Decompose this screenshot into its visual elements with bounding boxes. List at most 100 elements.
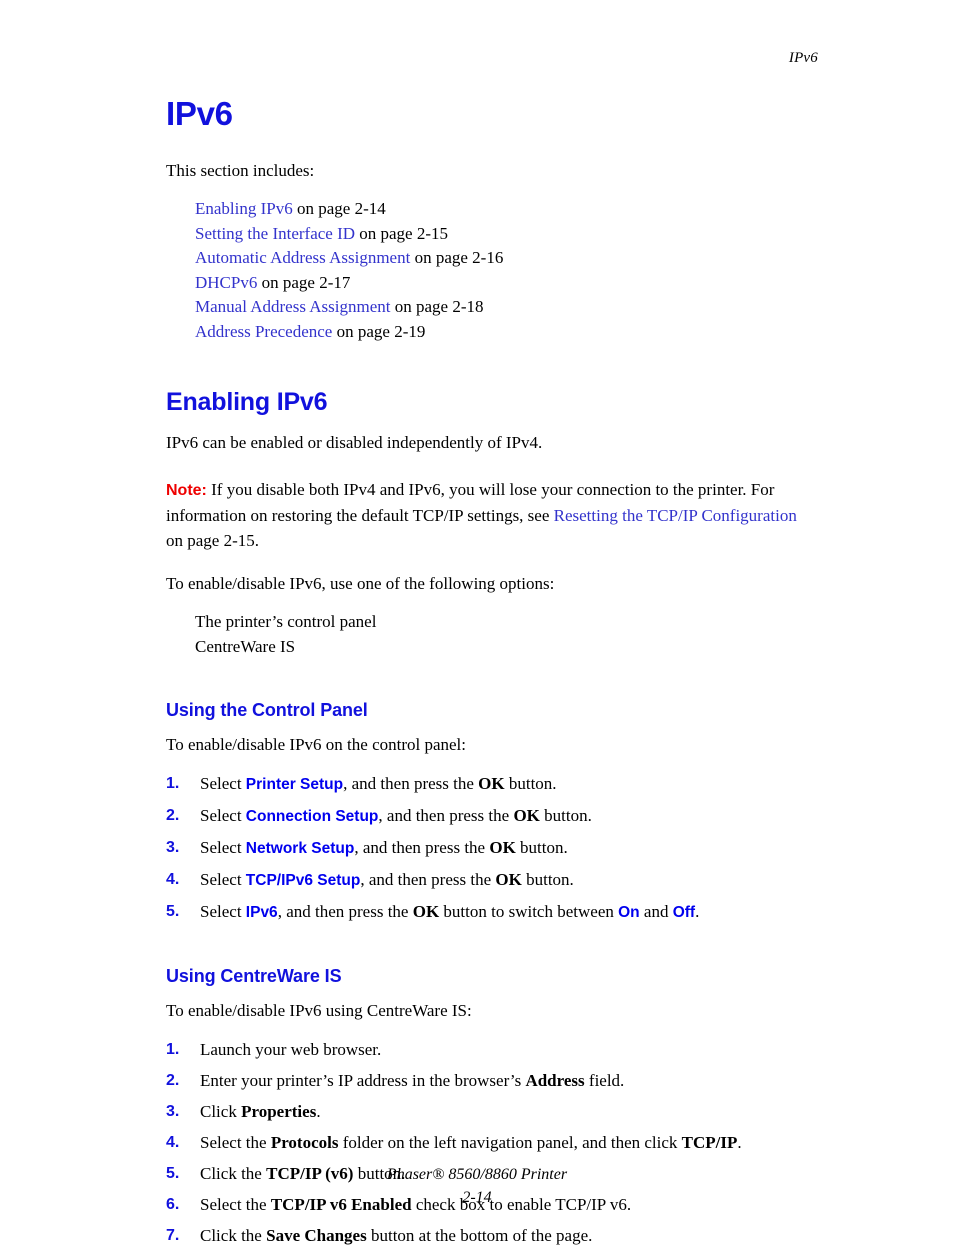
step-number: 5.: [166, 903, 180, 920]
step-text: , and then press the: [277, 902, 413, 921]
step-text: folder on the left navigation panel, and…: [338, 1133, 682, 1152]
step-number: 2.: [166, 807, 180, 824]
control-term: Address: [525, 1071, 585, 1090]
ui-term[interactable]: TCP/IPv6 Setup: [246, 872, 361, 889]
step-item: 7. Click the Save Changes button at the b…: [166, 1223, 816, 1248]
step-number: 3.: [166, 1103, 180, 1120]
step-item: 3. Click Properties.: [166, 1099, 816, 1124]
step-number: 4.: [166, 1134, 180, 1151]
step-item: 1. Launch your web browser.: [166, 1037, 816, 1062]
ui-term[interactable]: IPv6: [246, 904, 278, 921]
centreware-lead: To enable/disable IPv6 using CentreWare …: [166, 1001, 472, 1020]
step-text: and: [639, 902, 673, 921]
step-item: 2. Enter your printer’s IP address in the…: [166, 1068, 816, 1093]
step-text: Select: [200, 774, 246, 793]
heading-using-centreware-is: Using CentreWare IS: [166, 966, 342, 986]
section-link-page-ref: on page 2-17: [257, 272, 351, 292]
ui-term[interactable]: Off: [673, 904, 695, 921]
note-label: Note:: [166, 482, 207, 499]
step-text: Select the: [200, 1133, 271, 1152]
enabling-intro: IPv6 can be enabled or disabled independ…: [166, 433, 543, 452]
centreware-step-list: 1. Launch your web browser. 2. Enter your p…: [166, 1037, 816, 1248]
step-text: , and then press the: [354, 838, 490, 857]
ui-term[interactable]: Connection Setup: [246, 808, 379, 825]
ui-term[interactable]: Printer Setup: [246, 776, 343, 793]
step-text: field.: [584, 1071, 625, 1090]
step-text: Click the: [200, 1226, 267, 1245]
page-title: IPv6: [166, 95, 233, 132]
step-number: 1.: [166, 775, 180, 792]
step-text: Click: [200, 1102, 242, 1121]
step-text: Select: [200, 806, 246, 825]
note-paragraph: Note: If you disable both IPv4 and IPv6,…: [166, 477, 816, 553]
document-page: IPv6 IPv6 This section includes: Enablin…: [0, 0, 954, 1245]
step-item: 4. Select the Protocols folder on the lef…: [166, 1130, 816, 1155]
step-text: Enter your printer’s IP address in the b…: [200, 1071, 526, 1090]
section-link-page-ref: on page 2-19: [332, 321, 426, 341]
step-text: Select: [200, 902, 246, 921]
enable-options-list: The printer’s control panel CentreWare IS: [166, 610, 816, 659]
step-text: , and then press the: [378, 806, 514, 825]
step-number: 4.: [166, 871, 180, 888]
section-link[interactable]: Setting the Interface ID: [195, 224, 355, 243]
control-panel-lead: To enable/disable IPv6 on the control pa…: [166, 735, 467, 754]
section-link-item: DHCPv6 on page 2-17: [195, 271, 816, 296]
step-text: Launch your web browser.: [200, 1040, 382, 1059]
page-footer: Phaser® 8560/8860 Printer 2-14: [0, 1163, 954, 1209]
control-term: TCP/IP: [681, 1133, 738, 1152]
enable-option-item: The printer’s control panel: [195, 612, 377, 631]
section-link[interactable]: Manual Address Assignment: [195, 297, 391, 316]
step-number: 7.: [166, 1227, 180, 1244]
key-term: OK: [513, 806, 540, 825]
ui-term[interactable]: Network Setup: [246, 840, 355, 857]
step-text: .: [316, 1102, 321, 1121]
step-text: .: [695, 902, 700, 921]
ui-term[interactable]: On: [618, 904, 640, 921]
step-item: 4. Select TCP/IPv6 Setup, and then press …: [166, 867, 816, 893]
step-number: 3.: [166, 839, 180, 856]
section-link-page-ref: on page 2-14: [292, 199, 386, 218]
step-text: Select: [200, 870, 246, 889]
key-term: OK: [495, 870, 522, 889]
step-text: , and then press the: [343, 774, 479, 793]
step-item: 2. Select Connection Setup, and then pres…: [166, 803, 816, 829]
enable-option-item: CentreWare IS: [195, 636, 296, 656]
section-link-list: Enabling IPv6 on page 2-14 Setting the In…: [166, 197, 816, 344]
section-link-item: Address Precedence on page 2-19: [195, 320, 816, 345]
step-text: button.: [515, 838, 568, 857]
control-panel-step-list: 1. Select Printer Setup, and then press t…: [166, 771, 816, 925]
step-text: button.: [504, 774, 557, 793]
step-text: , and then press the: [360, 870, 496, 889]
step-text: button at the bottom of the page.: [366, 1226, 593, 1245]
step-item: 5. Select IPv6, and then press the OK but…: [166, 899, 816, 925]
step-item: 1. Select Printer Setup, and then press t…: [166, 771, 816, 797]
section-link[interactable]: Enabling IPv6: [195, 199, 293, 218]
section-link[interactable]: Address Precedence: [195, 322, 332, 341]
footer-product-name: Phaser® 8560/8860 Printer: [386, 1166, 568, 1183]
section-link-item: Enabling IPv6 on page 2-14: [195, 197, 816, 222]
section-link-item: Setting the Interface ID on page 2-15: [195, 222, 816, 247]
step-item: 3. Select Network Setup, and then press t…: [166, 835, 816, 861]
section-link-item: Automatic Address Assignment on page 2-1…: [195, 246, 816, 271]
key-term: OK: [489, 838, 516, 857]
section-link-page-ref: on page 2-18: [390, 297, 484, 316]
section-link-page-ref: on page 2-15: [355, 223, 449, 243]
step-text: button.: [521, 870, 574, 889]
step-number: 2.: [166, 1072, 180, 1089]
step-text: button to switch between: [439, 902, 619, 921]
section-link-page-ref: on page 2-16: [410, 248, 504, 267]
section-link-item: Manual Address Assignment on page 2-18: [195, 295, 816, 320]
running-header: IPv6: [788, 50, 818, 66]
heading-enabling-ipv6: Enabling IPv6: [166, 388, 328, 416]
link-resetting-tcpip-configuration[interactable]: Resetting the TCP/IP Configuration: [554, 506, 797, 525]
step-text: Select: [200, 838, 246, 857]
enable-options-lead: To enable/disable IPv6, use one of the f…: [166, 574, 555, 593]
step-text: .: [737, 1133, 742, 1152]
section-link[interactable]: Automatic Address Assignment: [195, 248, 410, 267]
section-link[interactable]: DHCPv6: [195, 273, 257, 292]
step-number: 1.: [166, 1041, 180, 1058]
control-term: Protocols: [270, 1133, 339, 1152]
key-term: OK: [478, 774, 505, 793]
control-term: Properties: [241, 1102, 317, 1121]
control-term: Save Changes: [266, 1226, 367, 1245]
